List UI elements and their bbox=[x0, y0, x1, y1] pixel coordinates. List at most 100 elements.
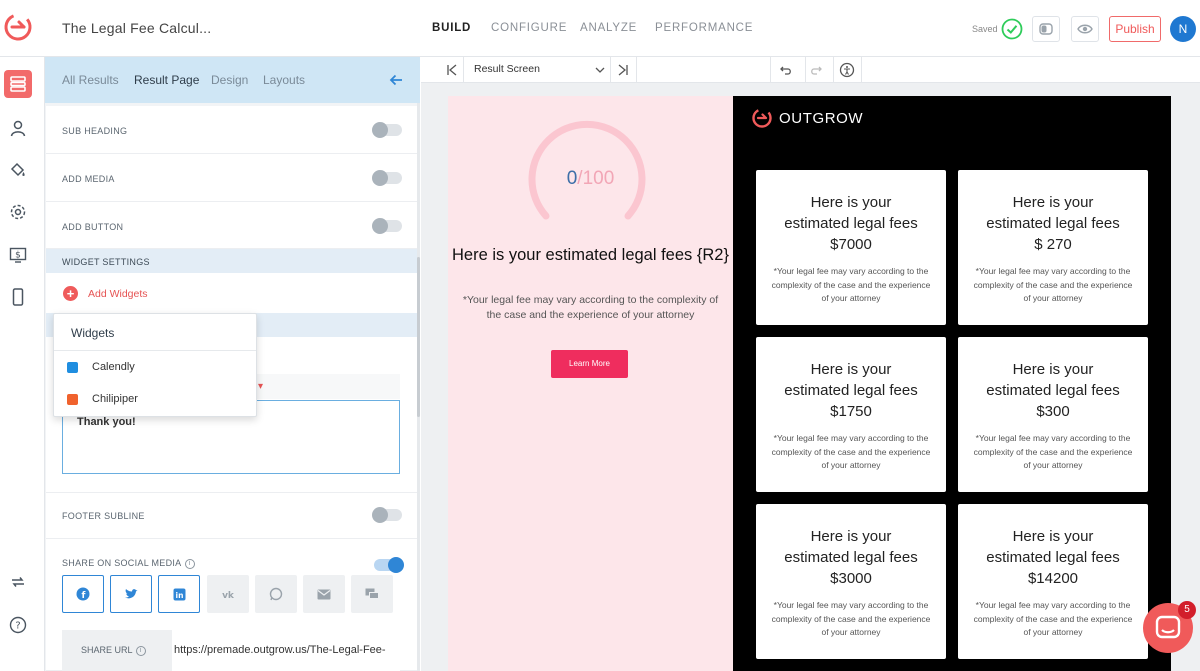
card-amount: $1750 bbox=[830, 403, 872, 420]
fee-card[interactable]: Here is your estimated legal fees $1750 *Y… bbox=[756, 337, 946, 492]
svg-text:?: ? bbox=[15, 621, 20, 632]
preview-button[interactable] bbox=[1071, 16, 1099, 42]
toggle-knob bbox=[372, 507, 388, 523]
screen-select-value: Result Screen bbox=[474, 63, 540, 75]
brand-name: OUTGROW bbox=[779, 109, 864, 127]
widget-option-calendly[interactable]: Calendly bbox=[67, 361, 135, 373]
email-icon bbox=[317, 589, 331, 599]
card-title: Here is your estimated legal fees $3000 bbox=[756, 526, 946, 589]
rail-sync[interactable] bbox=[4, 568, 32, 596]
add-widgets-button[interactable]: + Add Widgets bbox=[63, 286, 148, 301]
undo-icon[interactable] bbox=[778, 62, 794, 78]
accessibility-icon[interactable] bbox=[839, 62, 855, 78]
help-icon: ? bbox=[9, 616, 27, 634]
share-url-row: SHARE URL i https://premade.outgrow.us/Th… bbox=[62, 630, 400, 671]
calendly-icon bbox=[67, 361, 78, 373]
fee-card[interactable]: Here is your estimated legal fees $3000 *Y… bbox=[756, 504, 946, 659]
share-url-input[interactable]: https://premade.outgrow.us/The-Legal-Fee… bbox=[172, 630, 400, 671]
rail-help[interactable]: ? bbox=[4, 611, 32, 639]
screen-select[interactable]: Result Screen bbox=[474, 63, 540, 75]
result-description[interactable]: *Your legal fee may vary according to th… bbox=[462, 293, 719, 323]
fee-card[interactable]: Here is your estimated legal fees $7000 *Y… bbox=[756, 170, 946, 325]
first-screen-icon[interactable] bbox=[444, 62, 460, 78]
saved-label: Saved bbox=[972, 24, 998, 34]
nav-configure[interactable]: CONFIGURE bbox=[491, 22, 567, 34]
linkedin-share-button[interactable]: in bbox=[158, 575, 200, 613]
learn-more-button[interactable]: Learn More bbox=[551, 350, 628, 378]
layout-icon bbox=[10, 76, 26, 92]
chevron-down-icon[interactable] bbox=[592, 62, 608, 78]
rail-user[interactable] bbox=[4, 114, 32, 142]
rail-pricing[interactable]: $ bbox=[4, 241, 32, 269]
avatar[interactable]: N bbox=[1170, 16, 1196, 42]
eye-icon bbox=[1077, 24, 1093, 34]
nav-performance[interactable]: PERFORMANCE bbox=[655, 22, 753, 34]
sub-heading-toggle[interactable] bbox=[372, 122, 402, 138]
widgets-dropdown: Widgets Calendly Chilipiper bbox=[53, 313, 257, 417]
nav-analyze[interactable]: ANALYZE bbox=[580, 22, 637, 34]
card-line2: estimated legal fees bbox=[784, 215, 918, 232]
card-line1: Here is your bbox=[1012, 194, 1094, 211]
info-icon[interactable]: i bbox=[184, 558, 195, 569]
add-media-toggle[interactable] bbox=[372, 170, 402, 186]
card-line1: Here is your bbox=[810, 528, 892, 545]
whatsapp-share-button[interactable] bbox=[255, 575, 297, 613]
tab-layouts[interactable]: Layouts bbox=[263, 73, 305, 87]
add-widgets-label: Add Widgets bbox=[88, 287, 148, 300]
card-amount: $14200 bbox=[1027, 570, 1079, 587]
rail-design[interactable] bbox=[4, 156, 32, 184]
arrow-left-icon[interactable] bbox=[387, 71, 405, 89]
rail-layout[interactable] bbox=[4, 70, 32, 98]
widgets-dropdown-header: Widgets bbox=[54, 314, 256, 351]
card-line1: Here is your bbox=[1012, 361, 1094, 378]
fee-card[interactable]: Here is your estimated legal fees $ 270 *Y… bbox=[958, 170, 1148, 325]
rail-settings[interactable] bbox=[4, 198, 32, 226]
tab-all-results[interactable]: All Results bbox=[62, 73, 119, 87]
insert-variable-dropdown[interactable]: riable ▾ bbox=[258, 381, 478, 399]
redo-icon[interactable] bbox=[808, 62, 824, 78]
result-title[interactable]: Here is your estimated legal fees {R2} bbox=[448, 245, 733, 266]
toolbar-divider bbox=[805, 57, 806, 83]
publish-button[interactable]: Publish bbox=[1109, 16, 1161, 42]
card-amount: $7000 bbox=[830, 236, 872, 253]
outgrow-logo-icon[interactable] bbox=[3, 12, 33, 42]
widget-option-chilipiper[interactable]: Chilipiper bbox=[67, 393, 138, 405]
info-icon[interactable]: i bbox=[135, 645, 146, 656]
widget-option-label: Chilipiper bbox=[92, 393, 138, 405]
fee-card[interactable]: Here is your estimated legal fees $300 *Yo… bbox=[958, 337, 1148, 492]
whatsapp-icon bbox=[269, 587, 283, 601]
footer-subline-toggle[interactable] bbox=[372, 507, 402, 523]
fee-card[interactable]: Here is your estimated legal fees $14200 *… bbox=[958, 504, 1148, 659]
icon-rail: $ ? bbox=[0, 57, 45, 671]
card-note: *Your legal fee may vary according to th… bbox=[771, 433, 931, 470]
toggle-knob bbox=[372, 170, 388, 186]
tab-design[interactable]: Design bbox=[211, 73, 248, 87]
facebook-share-button[interactable]: f bbox=[62, 575, 104, 613]
add-button-toggle[interactable] bbox=[372, 218, 402, 234]
tab-result-page[interactable]: Result Page bbox=[134, 73, 199, 87]
toggle-knob bbox=[372, 218, 388, 234]
rail-mobile[interactable] bbox=[4, 283, 32, 311]
app-title[interactable]: The Legal Fee Calcul... bbox=[62, 20, 211, 36]
share-social-toggle[interactable] bbox=[374, 557, 404, 573]
vk-share-button[interactable]: vk bbox=[207, 575, 249, 613]
toolbar-divider bbox=[463, 57, 464, 83]
chat-share-button[interactable] bbox=[351, 575, 393, 613]
vk-icon: vk bbox=[222, 591, 235, 599]
last-screen-icon[interactable] bbox=[615, 62, 631, 78]
twitter-icon bbox=[125, 589, 138, 599]
toolbar-divider bbox=[861, 57, 862, 83]
card-line2: estimated legal fees bbox=[986, 215, 1120, 232]
twitter-share-button[interactable] bbox=[110, 575, 152, 613]
toggle-view-button[interactable] bbox=[1032, 16, 1060, 42]
scrollbar-thumb[interactable] bbox=[417, 257, 420, 417]
row-add-media: ADD MEDIA bbox=[46, 154, 417, 202]
toggle-knob bbox=[372, 122, 388, 138]
row-add-button: ADD BUTTON bbox=[46, 202, 417, 249]
outgrow-logo-icon bbox=[752, 108, 772, 128]
nav-build[interactable]: BUILD bbox=[432, 22, 471, 34]
add-button-label: ADD BUTTON bbox=[62, 222, 124, 232]
email-share-button[interactable] bbox=[303, 575, 345, 613]
toolbar-divider bbox=[770, 57, 771, 83]
linkedin-icon: in bbox=[173, 588, 185, 600]
